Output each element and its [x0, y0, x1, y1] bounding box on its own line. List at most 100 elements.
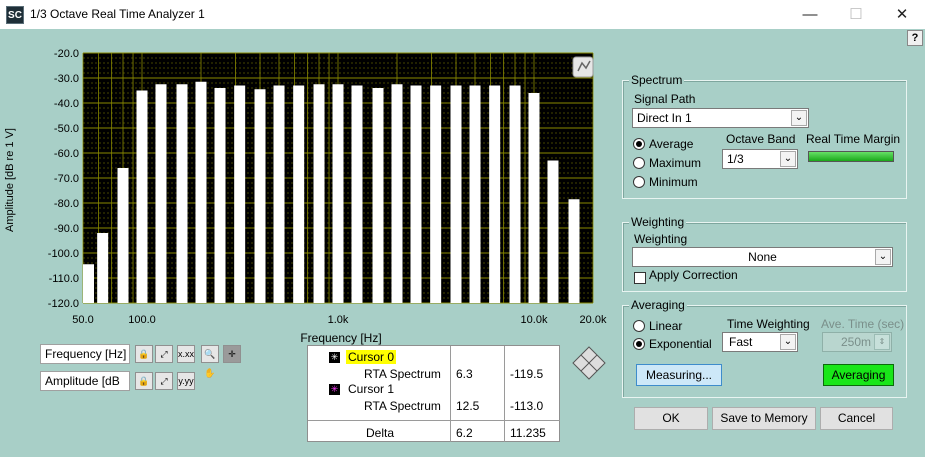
y-scale-name: Amplitude [dB	[40, 371, 130, 391]
cursor0-y-value: -119.5	[510, 367, 544, 381]
ave-time-value: 250m	[840, 335, 871, 349]
x-tick-label: 20.0k	[580, 314, 607, 326]
octave-band-label: Octave Band	[726, 132, 796, 146]
cursor1-name[interactable]: Cursor 1	[348, 382, 394, 396]
chart-bar	[528, 93, 540, 303]
y-tick-label: -70.0	[54, 173, 79, 185]
chart-bar	[332, 84, 344, 303]
real-time-margin-indicator	[808, 151, 894, 162]
chart-bar	[176, 84, 188, 303]
weighting-value: None	[748, 250, 777, 264]
chart-bar	[195, 81, 207, 303]
time-weighting-select[interactable]: Fast ⌄	[722, 332, 798, 352]
column-divider	[504, 346, 505, 442]
x-tick-label: 1.0k	[328, 314, 349, 326]
help-button[interactable]: ?	[907, 30, 923, 46]
chart-bar	[547, 160, 559, 303]
y-tick-label: -90.0	[54, 223, 79, 235]
apply-correction-checkbox[interactable]	[634, 272, 646, 284]
y-tick-label: -30.0	[54, 73, 79, 85]
cursor1-plot-name: RTA Spectrum	[364, 399, 441, 413]
app-logo: SC	[6, 6, 24, 24]
cursor1-y-value: -113.0	[510, 399, 544, 413]
x-format-icon[interactable]: x.xx	[177, 345, 195, 363]
chart-bar	[469, 85, 481, 303]
y-autoscale-icon[interactable]: ⤢	[155, 372, 173, 390]
exponential-label: Exponential	[649, 337, 712, 351]
x-lock-icon[interactable]: 🔒	[135, 345, 153, 363]
cancel-button[interactable]: Cancel	[820, 407, 893, 430]
chart-bar	[97, 233, 109, 303]
cursor0-x-value: 6.3	[456, 367, 473, 381]
stepper-icon: ⇕	[874, 334, 890, 350]
chart-bar	[410, 85, 422, 303]
chart-bar	[372, 88, 384, 303]
y-tick-label: -110.0	[49, 273, 79, 285]
cursor0-plot-name: RTA Spectrum	[364, 367, 441, 381]
cursor1-marker-icon: ✳	[329, 384, 340, 395]
signal-path-select[interactable]: Direct In 1 ⌄	[632, 108, 809, 128]
spectrum-group-title: Spectrum	[629, 73, 685, 87]
x-tick-label: 10.0k	[521, 314, 548, 326]
apply-correction-label: Apply Correction	[649, 268, 738, 282]
mode-maximum-radio[interactable]	[633, 157, 645, 169]
chart-bar	[254, 89, 266, 303]
linear-label: Linear	[649, 319, 683, 333]
cursor0-name[interactable]: Cursor 0	[346, 350, 397, 364]
graph-palette-icon[interactable]	[572, 56, 594, 78]
y-tick-label: -100.0	[48, 248, 79, 260]
chart-bar	[293, 85, 305, 303]
chart-bar	[214, 88, 226, 303]
pan-hand-icon[interactable]: ✋	[201, 365, 219, 383]
x-tick-label: 100.0	[128, 314, 156, 326]
ok-button[interactable]: OK	[634, 407, 708, 430]
cursor1-x-value: 12.5	[456, 399, 480, 413]
mode-maximum-label: Maximum	[649, 156, 702, 170]
chart-bar	[489, 85, 501, 303]
minimize-button[interactable]: —	[787, 0, 833, 29]
cursor0-marker-icon: ✳	[329, 352, 340, 363]
save-to-memory-button[interactable]: Save to Memory	[712, 407, 816, 430]
chart-bar	[313, 84, 325, 303]
y-tick-label: -80.0	[54, 198, 79, 210]
ave-time-input[interactable]: 250m ⇕	[822, 332, 892, 352]
cursor-mover-icon[interactable]	[572, 346, 606, 380]
mode-average-radio[interactable]	[633, 138, 645, 150]
linear-radio[interactable]	[633, 320, 645, 332]
averaging-button[interactable]: Averaging	[823, 364, 894, 386]
octave-band-select[interactable]: 1/3 ⌄	[722, 149, 798, 169]
chart-bar	[568, 199, 580, 303]
signal-path-label: Signal Path	[634, 92, 696, 106]
measuring-button[interactable]: Measuring...	[636, 364, 722, 386]
chart-bar	[83, 264, 94, 303]
rta-chart[interactable]: -20.0 -30.0 -40.0 -50.0 -60.0 -70.0 -80.0 -90.0…	[0, 40, 610, 330]
zoom-icon[interactable]: 🔍	[201, 345, 219, 363]
column-divider	[450, 346, 451, 442]
x-axis-label: Frequency [Hz]	[300, 331, 382, 345]
row-divider	[308, 420, 560, 421]
window-title: 1/3 Octave Real Time Analyzer 1	[30, 7, 205, 21]
chart-bar	[136, 90, 148, 303]
y-lock-icon[interactable]: 🔒	[135, 372, 153, 390]
x-autoscale-icon[interactable]: ⤢	[155, 345, 173, 363]
y-format-icon[interactable]: y.yy	[177, 372, 195, 390]
crosshair-icon[interactable]: ✛	[223, 345, 241, 363]
cursor-legend[interactable]: ✳ Cursor 0 RTA Spectrum 6.3 -119.5 ✳ Cur…	[307, 345, 560, 442]
maximize-button[interactable]: ☐	[833, 0, 879, 29]
x-tick-label: 50.0	[72, 314, 93, 326]
chevron-down-icon: ⌄	[875, 249, 891, 265]
close-button[interactable]: ✕	[879, 0, 925, 29]
chart-bar	[351, 85, 363, 303]
y-tick-label: -60.0	[54, 148, 79, 160]
y-tick-label: -40.0	[54, 98, 79, 110]
mode-minimum-label: Minimum	[649, 175, 698, 189]
signal-path-value: Direct In 1	[637, 111, 692, 125]
weighting-select[interactable]: None ⌄	[632, 247, 893, 267]
mode-minimum-radio[interactable]	[633, 176, 645, 188]
chart-bar	[155, 84, 167, 303]
chart-bar	[430, 85, 442, 303]
x-scale-name: Frequency [Hz]	[40, 344, 130, 364]
exponential-radio[interactable]	[633, 338, 645, 350]
chevron-down-icon: ⌄	[780, 151, 796, 167]
y-tick-label: -50.0	[54, 123, 79, 135]
